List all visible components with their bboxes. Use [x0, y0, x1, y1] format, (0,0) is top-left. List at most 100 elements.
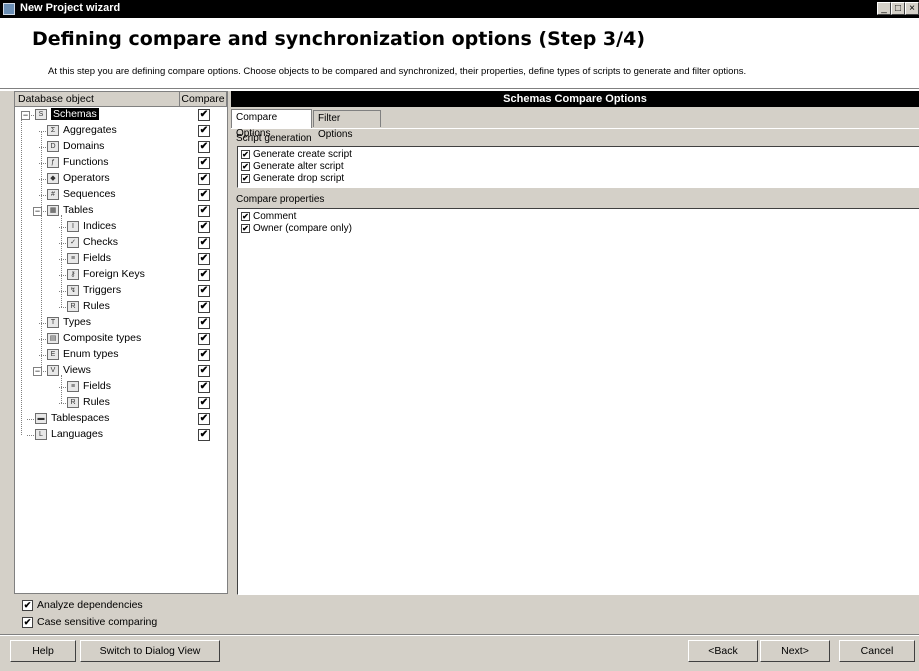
- close-button[interactable]: ×: [905, 2, 919, 15]
- tree-item-label[interactable]: Enum types: [63, 348, 118, 360]
- tree-item-label[interactable]: Aggregates: [63, 124, 117, 136]
- checkbox-checked-icon[interactable]: ✔: [241, 211, 250, 221]
- tree-row[interactable]: ƒ Functions ✔: [15, 155, 227, 171]
- list-item[interactable]: ✔ Generate drop script: [241, 173, 344, 185]
- tree-row[interactable]: ◆ Operators ✔: [15, 171, 227, 187]
- owner-label: Owner (compare only): [253, 223, 352, 234]
- tree-item-label[interactable]: Indices: [83, 220, 116, 232]
- checkbox-checked-icon[interactable]: ✔: [241, 223, 250, 233]
- checkbox-checked-icon[interactable]: ✔: [198, 429, 210, 441]
- next-button[interactable]: Next>: [760, 640, 830, 662]
- tree-item-label[interactable]: Composite types: [63, 332, 141, 344]
- checkbox-checked-icon[interactable]: ✔: [198, 317, 210, 329]
- compare-options-panel: Schemas Compare Options Compare Options …: [231, 91, 919, 595]
- tree-row[interactable]: R Rules ✔: [15, 299, 227, 315]
- tree-connector: [27, 435, 34, 436]
- tree-item-label[interactable]: Foreign Keys: [83, 268, 145, 280]
- checkbox-checked-icon[interactable]: ✔: [241, 161, 250, 171]
- checkbox-checked-icon[interactable]: ✔: [241, 149, 250, 159]
- checkbox-checked-icon[interactable]: ✔: [198, 397, 210, 409]
- checkbox-checked-icon[interactable]: ✔: [198, 221, 210, 233]
- list-item[interactable]: ✔ Generate alter script: [241, 161, 344, 173]
- checkbox-checked-icon[interactable]: ✔: [198, 141, 210, 153]
- tree-row[interactable]: D Domains ✔: [15, 139, 227, 155]
- tab-filter-options[interactable]: Filter Options: [313, 110, 381, 140]
- compare-properties-list[interactable]: ✔ Comment ✔ Owner (compare only): [237, 208, 919, 595]
- checkbox-checked-icon[interactable]: ✔: [198, 285, 210, 297]
- case-sensitive-option[interactable]: ✔ Case sensitive comparing: [22, 615, 157, 629]
- tree-item-label[interactable]: Rules: [83, 300, 110, 312]
- list-item[interactable]: ✔ Generate create script: [241, 149, 352, 161]
- tree-row[interactable]: ≡ Fields ✔: [15, 251, 227, 267]
- tree-item-label[interactable]: Domains: [63, 140, 104, 152]
- tree-row[interactable]: ▬ Tablespaces ✔: [15, 411, 227, 427]
- tree-item-label[interactable]: Triggers: [83, 284, 121, 296]
- tab-content: Script generation ✔ Generate create scrip…: [231, 128, 919, 595]
- checkbox-checked-icon[interactable]: ✔: [198, 269, 210, 281]
- tree-row[interactable]: ▤ Composite types ✔: [15, 331, 227, 347]
- cancel-button[interactable]: Cancel: [839, 640, 915, 662]
- tree-row[interactable]: Σ Aggregates ✔: [15, 123, 227, 139]
- tree-row[interactable]: − S Schemas ✔: [15, 107, 227, 123]
- title-bar: New Project wizard _ □ ×: [0, 0, 919, 18]
- checkbox-checked-icon[interactable]: ✔: [198, 237, 210, 249]
- checkbox-checked-icon[interactable]: ✔: [198, 349, 210, 361]
- checkbox-checked-icon[interactable]: ✔: [198, 333, 210, 345]
- tree-item-label[interactable]: Functions: [63, 156, 109, 168]
- tree-row[interactable]: ↯ Triggers ✔: [15, 283, 227, 299]
- tree-item-label[interactable]: Sequences: [63, 188, 116, 200]
- minimize-button[interactable]: _: [877, 2, 891, 15]
- rule-icon: R: [67, 301, 79, 312]
- checkbox-checked-icon[interactable]: ✔: [198, 253, 210, 265]
- checkbox-checked-icon[interactable]: ✔: [198, 413, 210, 425]
- maximize-button[interactable]: □: [891, 2, 905, 15]
- tree-item-label[interactable]: Languages: [51, 428, 103, 440]
- script-generation-list[interactable]: ✔ Generate create script ✔ Generate alter …: [237, 146, 919, 188]
- tree-row[interactable]: ≡ Fields ✔: [15, 379, 227, 395]
- checkbox-checked-icon[interactable]: ✔: [198, 173, 210, 185]
- checkbox-checked-icon[interactable]: ✔: [22, 599, 33, 611]
- tree-row[interactable]: L Languages ✔: [15, 427, 227, 443]
- tree-item-label[interactable]: Schemas: [51, 108, 99, 120]
- tree-item-label[interactable]: Fields: [83, 380, 111, 392]
- list-item[interactable]: ✔ Owner (compare only): [241, 223, 352, 235]
- checkbox-checked-icon[interactable]: ✔: [198, 301, 210, 313]
- tree-row[interactable]: E Enum types ✔: [15, 347, 227, 363]
- tree-row[interactable]: ⚷ Foreign Keys ✔: [15, 267, 227, 283]
- tree-item-label[interactable]: Checks: [83, 236, 118, 248]
- checkbox-checked-icon[interactable]: ✔: [22, 616, 33, 628]
- tree-item-label[interactable]: Rules: [83, 396, 110, 408]
- tree-row[interactable]: R Rules ✔: [15, 395, 227, 411]
- checkbox-checked-icon[interactable]: ✔: [198, 125, 210, 137]
- tab-compare-options[interactable]: Compare Options: [231, 109, 312, 139]
- tree-item-label[interactable]: Operators: [63, 172, 110, 184]
- checkbox-checked-icon[interactable]: ✔: [198, 205, 210, 217]
- checkbox-checked-icon[interactable]: ✔: [198, 381, 210, 393]
- tree-item-label[interactable]: Tables: [63, 204, 93, 216]
- help-button[interactable]: Help: [10, 640, 76, 662]
- tree-row[interactable]: ✓ Checks ✔: [15, 235, 227, 251]
- footer-divider-highlight: [0, 635, 919, 636]
- switch-dialog-view-button[interactable]: Switch to Dialog View: [80, 640, 220, 662]
- collapse-icon[interactable]: −: [21, 111, 30, 120]
- checkbox-checked-icon[interactable]: ✔: [198, 157, 210, 169]
- tree-item-label[interactable]: Fields: [83, 252, 111, 264]
- tree-item-label[interactable]: Types: [63, 316, 91, 328]
- analyze-dependencies-option[interactable]: ✔ Analyze dependencies: [22, 598, 143, 612]
- tree-row[interactable]: − ▦ Tables ✔: [15, 203, 227, 219]
- tree-item-label[interactable]: Views: [63, 364, 91, 376]
- column-header-database-object[interactable]: Database object: [15, 92, 180, 107]
- checkbox-checked-icon[interactable]: ✔: [198, 109, 210, 121]
- tree-row[interactable]: I Indices ✔: [15, 219, 227, 235]
- checkbox-checked-icon[interactable]: ✔: [198, 365, 210, 377]
- column-header-compare[interactable]: Compare: [180, 92, 227, 107]
- tree-item-label[interactable]: Tablespaces: [51, 412, 109, 424]
- checkbox-checked-icon[interactable]: ✔: [198, 189, 210, 201]
- tree-row[interactable]: # Sequences ✔: [15, 187, 227, 203]
- list-item[interactable]: ✔ Comment: [241, 211, 296, 223]
- tree-row[interactable]: − V Views ✔: [15, 363, 227, 379]
- checkbox-checked-icon[interactable]: ✔: [241, 173, 250, 183]
- database-object-tree[interactable]: Database object Compare − S Schemas ✔ Σ Aggre…: [14, 91, 228, 594]
- back-button[interactable]: <Back: [688, 640, 758, 662]
- tree-row[interactable]: T Types ✔: [15, 315, 227, 331]
